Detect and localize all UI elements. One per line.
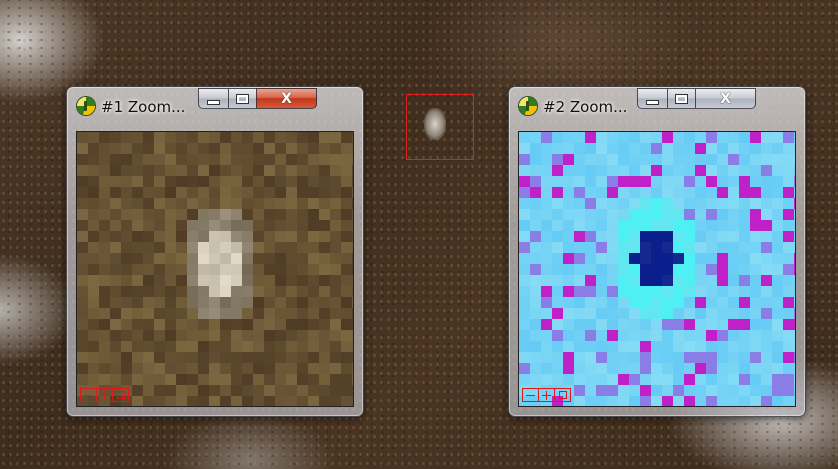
square-icon [558,391,567,399]
zoom-view-natural[interactable] [76,131,354,407]
minimize-icon [207,100,220,105]
square-icon [116,391,125,399]
zoomed-pixels [77,132,353,406]
zoom-controls [80,388,129,402]
zoom-window-1[interactable]: #1 Zoom... X [66,86,364,417]
zoom-selection-box[interactable] [406,94,474,160]
plus-icon [542,390,551,400]
zoom-view-false-color[interactable] [518,131,796,407]
plus-icon [100,390,109,400]
app-globe-icon [519,97,537,115]
zoom-in-button[interactable] [96,388,113,402]
maximize-icon [236,93,249,104]
maximize-icon [675,93,688,104]
zoom-controls [522,388,571,402]
window-titlebar[interactable]: #1 Zoom... X [67,87,363,127]
window-title: #2 Zoom... [543,98,628,116]
close-icon: X [281,90,292,107]
close-button[interactable]: X [256,88,317,109]
zoom-out-button[interactable] [522,388,539,402]
zoom-fit-button[interactable] [554,388,571,402]
app-globe-icon [77,97,95,115]
window-titlebar[interactable]: #2 Zoom... X [509,87,805,127]
zoom-in-button[interactable] [538,388,555,402]
zoomed-pixels [519,132,795,406]
minimize-icon [646,100,659,105]
minus-icon [526,394,535,396]
close-button[interactable]: X [695,88,756,109]
window-title: #1 Zoom... [101,98,186,116]
zoom-fit-button[interactable] [112,388,129,402]
maximize-button[interactable] [667,88,695,109]
minimize-button[interactable] [198,88,228,109]
zoom-window-2[interactable]: #2 Zoom... X [508,86,806,417]
zoom-out-button[interactable] [80,388,97,402]
minimize-button[interactable] [637,88,667,109]
close-icon: X [720,90,731,107]
maximize-button[interactable] [228,88,256,109]
minus-icon [84,394,93,396]
